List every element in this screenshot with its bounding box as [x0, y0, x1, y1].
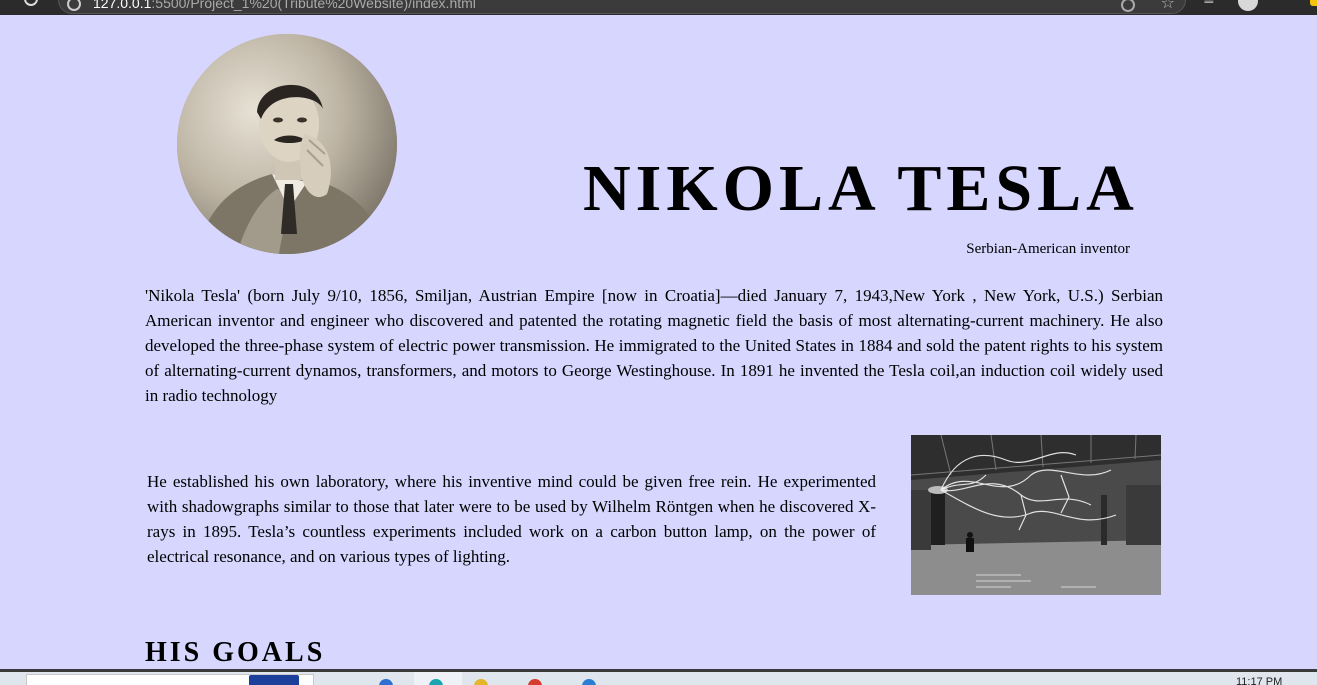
browser-toolbar: 127.0.0.1:5500/Project_1%20(Tribute%20We…: [0, 0, 1317, 15]
chrome-icon[interactable]: [528, 679, 542, 685]
reading-list-icon[interactable]: ≡: [1203, 0, 1215, 8]
favorite-icon[interactable]: ☆: [1161, 0, 1175, 12]
profile-icon[interactable]: [1238, 0, 1258, 11]
page-title: NIKOLA TESLA: [583, 152, 1139, 225]
goals-heading: HIS GOALS: [145, 637, 326, 668]
page-subtitle: Serbian-American inventor: [966, 241, 1130, 257]
tesla-portrait-image: [177, 34, 397, 254]
portrait-illustration: [177, 34, 397, 254]
file-explorer-icon[interactable]: [379, 679, 393, 685]
flag-icon: [249, 675, 299, 685]
laboratory-paragraph: He established his own laboratory, where…: [147, 472, 876, 566]
folder-icon[interactable]: [474, 679, 488, 685]
tesla-laboratory-image: [911, 435, 1161, 595]
url-host: 127.0.0.1: [93, 0, 152, 11]
reload-icon[interactable]: [1121, 0, 1135, 12]
more-icon[interactable]: ···: [1275, 0, 1291, 6]
back-icon[interactable]: [24, 0, 38, 6]
address-bar[interactable]: 127.0.0.1:5500/Project_1%20(Tribute%20We…: [58, 0, 1186, 14]
vscode-icon[interactable]: [582, 679, 596, 685]
laboratory-illustration: [911, 435, 1161, 595]
taskbar: 11:17 PM: [0, 669, 1317, 685]
extension-icon[interactable]: [1310, 0, 1317, 6]
site-info-icon[interactable]: [67, 0, 81, 11]
intro-paragraph: 'Nikola Tesla' (born July 9/10, 1856, Sm…: [145, 286, 1163, 405]
taskbar-clock[interactable]: 11:17 PM: [1236, 676, 1282, 685]
url-text[interactable]: 127.0.0.1:5500/Project_1%20(Tribute%20We…: [93, 0, 476, 11]
url-path: :5500/Project_1%20(Tribute%20Website)/in…: [151, 0, 476, 11]
